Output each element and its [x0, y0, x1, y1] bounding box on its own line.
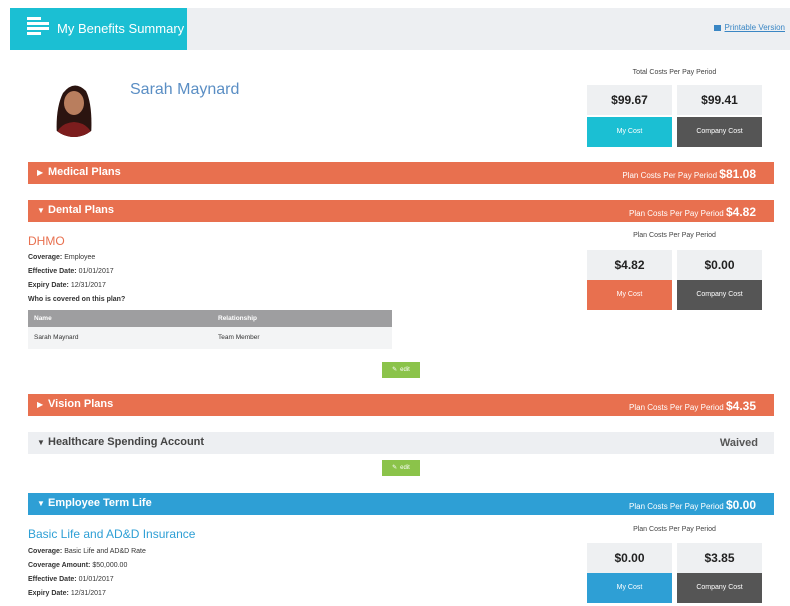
- life-plan-costs-label: Plan Costs Per Pay Period: [633, 526, 716, 533]
- total-costs-label: Total Costs Per Pay Period: [632, 69, 717, 76]
- dental-company-cost-value: $0.00: [677, 250, 762, 280]
- pencil-icon: ✎: [392, 465, 398, 471]
- medical-plans-bar[interactable]: ▶ Medical Plans Plan Costs Per Pay Perio…: [28, 162, 774, 184]
- total-company-cost-button[interactable]: Company Cost: [677, 117, 762, 147]
- caret-down-icon: ▼: [37, 438, 45, 447]
- column-header-name: Name: [34, 315, 52, 322]
- life-company-cost-value: $3.85: [677, 543, 762, 573]
- life-effective-date: Effective Date: 01/01/2017: [28, 576, 114, 583]
- cell-name: Sarah Maynard: [34, 334, 79, 341]
- dental-my-cost-button[interactable]: My Cost: [587, 280, 672, 310]
- dental-edit-button[interactable]: ✎ edit: [382, 362, 420, 378]
- dental-coverage: Coverage: Employee: [28, 254, 96, 261]
- total-my-cost-value: $99.67: [587, 85, 672, 115]
- life-coverage-amount: Coverage Amount: $50,000.00: [28, 562, 128, 569]
- page-title: My Benefits Summary: [57, 21, 185, 36]
- term-life-bar[interactable]: ▼ Employee Term Life Plan Costs Per Pay …: [28, 493, 774, 515]
- table-row: Sarah Maynard Team Member: [28, 327, 392, 349]
- life-my-cost-value: $0.00: [587, 543, 672, 573]
- caret-right-icon: ▶: [37, 400, 44, 409]
- hsa-bar[interactable]: ▼ Healthcare Spending Account Waived: [28, 432, 774, 454]
- hsa-edit-button[interactable]: ✎ edit: [382, 460, 420, 476]
- avatar: [45, 75, 103, 137]
- covered-members-table: Name Relationship Sarah Maynard Team Mem…: [28, 310, 392, 349]
- dental-plan-costs-label: Plan Costs Per Pay Period: [633, 232, 716, 239]
- dental-company-cost-button[interactable]: Company Cost: [677, 280, 762, 310]
- caret-down-icon: ▼: [37, 499, 45, 508]
- dental-plans-bar[interactable]: ▼ Dental Plans Plan Costs Per Pay Period…: [28, 200, 774, 222]
- caret-down-icon: ▼: [37, 206, 45, 215]
- vision-plans-bar[interactable]: ▶ Vision Plans Plan Costs Per Pay Period…: [28, 394, 774, 416]
- total-my-cost-button[interactable]: My Cost: [587, 117, 672, 147]
- top-bar: My Benefits Summary Printable Version: [10, 8, 790, 50]
- table-header: Name Relationship: [28, 310, 392, 327]
- life-my-cost-button[interactable]: My Cost: [587, 573, 672, 603]
- total-company-cost-value: $99.41: [677, 85, 762, 115]
- caret-right-icon: ▶: [37, 168, 44, 177]
- list-icon: [27, 17, 49, 37]
- printable-version-link[interactable]: Printable Version: [713, 23, 785, 32]
- dental-covered-question: Who is covered on this plan?: [28, 296, 126, 303]
- life-expiry-date: Expiry Date: 12/31/2017: [28, 590, 106, 597]
- dental-plan-name: DHMO: [28, 234, 65, 248]
- cell-relationship: Team Member: [218, 334, 260, 341]
- dental-expiry-date: Expiry Date: 12/31/2017: [28, 282, 106, 289]
- printer-icon: [713, 24, 721, 31]
- waived-status: Waived: [719, 437, 758, 449]
- pencil-icon: ✎: [392, 367, 398, 373]
- dental-my-cost-value: $4.82: [587, 250, 672, 280]
- life-coverage: Coverage: Basic Life and AD&D Rate: [28, 548, 146, 555]
- life-company-cost-button[interactable]: Company Cost: [677, 573, 762, 603]
- life-plan-name: Basic Life and AD&D Insurance: [28, 527, 196, 541]
- dental-effective-date: Effective Date: 01/01/2017: [28, 268, 114, 275]
- title-tab[interactable]: My Benefits Summary: [10, 8, 187, 50]
- user-name: Sarah Maynard: [130, 81, 240, 98]
- column-header-relationship: Relationship: [218, 315, 258, 322]
